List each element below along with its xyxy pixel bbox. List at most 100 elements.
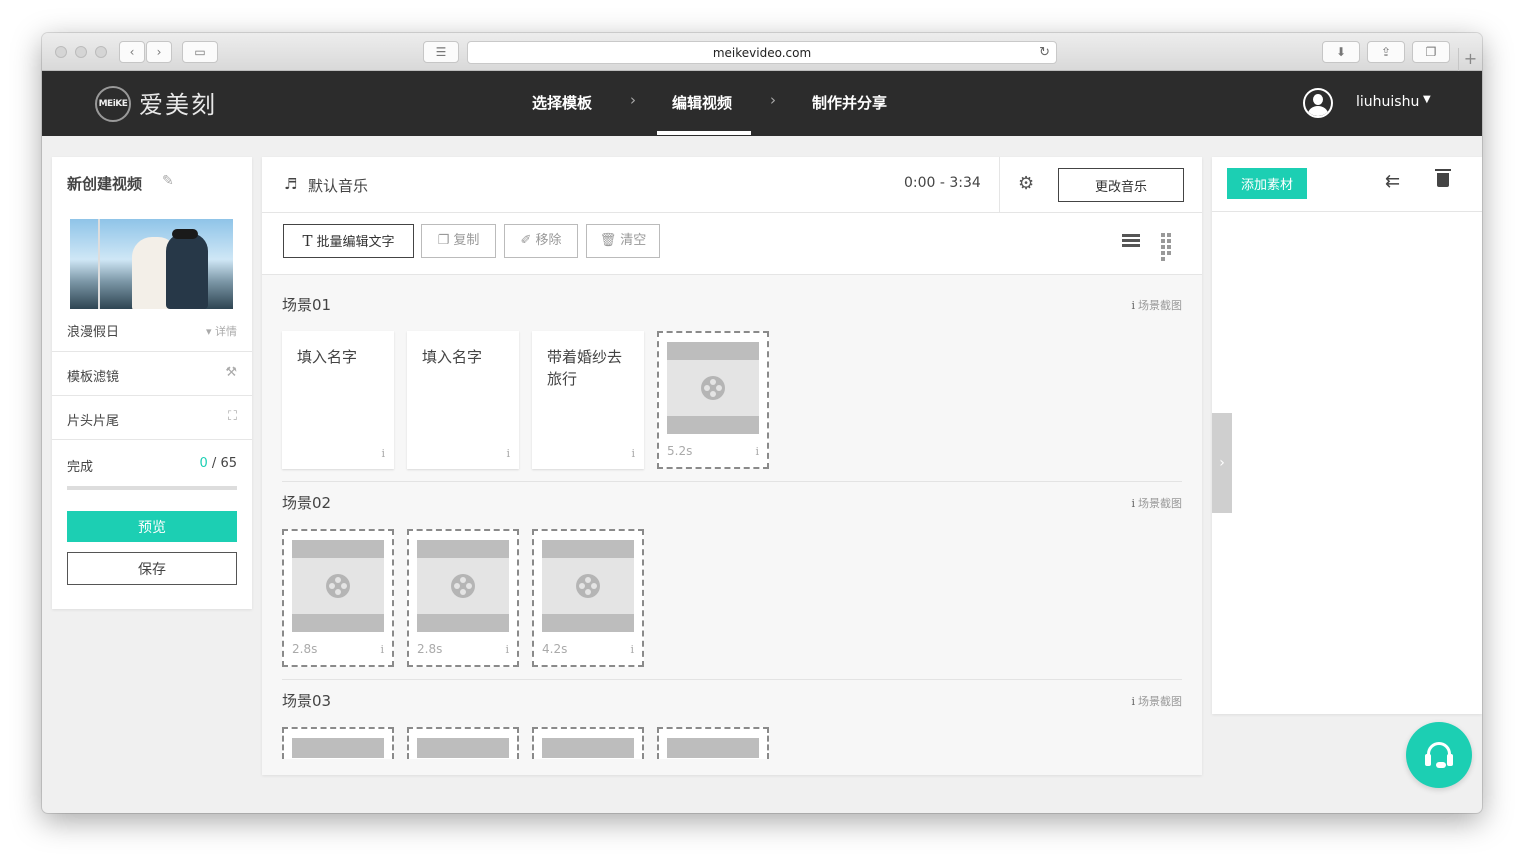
template-filter-row[interactable]: 模板滤镜 ⚒ (52, 351, 252, 395)
details-label: 详情 (215, 325, 237, 338)
batch-edit-label: 批量编辑文字 (316, 235, 395, 250)
step-choose-template[interactable]: 选择模板 (532, 92, 592, 113)
music-label: 默认音乐 (308, 177, 369, 195)
avatar[interactable] (1303, 88, 1333, 118)
film-reel-icon (451, 574, 475, 598)
scene-02: 场景02 i 场景截图 2.8s i 2.8s i 4.2s i (262, 481, 1202, 680)
step-make-share[interactable]: 制作并分享 (812, 92, 887, 113)
caret-down-icon[interactable]: ▼ (1423, 94, 1431, 105)
duration: 4.2s (542, 642, 568, 656)
browser-toolbar: ‹ › ▭ ☰ meikevideo.com ↻ ⬇ ⇪ ❐ + (42, 33, 1482, 71)
copy-button[interactable]: ❐ 复制 (421, 224, 496, 258)
text-card[interactable]: 填入名字 i (407, 331, 519, 469)
gear-icon[interactable]: ⚙ (1018, 173, 1034, 194)
text-card[interactable]: 带着婚纱去旅行 i (532, 331, 644, 469)
media-slot[interactable] (407, 727, 519, 759)
close-window-button[interactable] (55, 46, 67, 58)
top-nav: MEiKE 爱美刻 选择模板 › 编辑视频 › 制作并分享 liuhuishu … (42, 71, 1482, 136)
music-bar: ♬ 默认音乐 0:00 - 3:34 ⚙ 更改音乐 (262, 157, 1202, 213)
sidebar-toggle-button[interactable]: ▭ (182, 41, 218, 63)
step-edit-video[interactable]: 编辑视频 (672, 92, 732, 113)
remove-button[interactable]: ✐ 移除 (504, 224, 578, 258)
reader-icon[interactable]: ☰ (423, 41, 459, 63)
text-icon: T (302, 232, 313, 250)
completion-progress-bar (67, 486, 237, 490)
eraser-icon: ✐ (520, 233, 532, 248)
intro-outro-row[interactable]: 片头片尾 ⛶ (52, 395, 252, 439)
logo-text[interactable]: 爱美刻 (139, 85, 217, 120)
tabs-icon[interactable]: ❐ (1412, 41, 1450, 63)
preview-button[interactable]: 预览 (67, 511, 237, 542)
info-icon[interactable]: i (506, 447, 510, 460)
save-button[interactable]: 保存 (67, 552, 237, 585)
template-name: 浪漫假日 (67, 325, 120, 340)
batch-edit-text-button[interactable]: T 批量编辑文字 (283, 224, 414, 258)
media-slot[interactable]: 5.2s i (657, 331, 769, 469)
minimize-window-button[interactable] (75, 46, 87, 58)
media-slot[interactable] (657, 727, 769, 759)
back-button[interactable]: ‹ (119, 41, 145, 63)
browser-window: ‹ › ▭ ☰ meikevideo.com ↻ ⬇ ⇪ ❐ + MEiKE 爱… (42, 33, 1482, 813)
divider (999, 157, 1000, 213)
forward-button[interactable]: › (146, 41, 172, 63)
grid-view-icon[interactable] (1161, 233, 1178, 261)
scene-screenshot-link[interactable]: i 场景截图 (1131, 693, 1182, 709)
undo-icon[interactable]: ⇇ (1385, 171, 1400, 192)
scene-title: 场景02 (282, 494, 332, 512)
add-material-button[interactable]: 添加素材 (1227, 168, 1307, 199)
scene-01: 场景01 i 场景截图 填入名字 i 填入名字 i 带着婚纱去旅行 i 5.2s … (262, 275, 1202, 482)
scene-screenshot-link[interactable]: i 场景截图 (1131, 495, 1182, 511)
media-slot[interactable] (282, 727, 394, 759)
logo[interactable]: MEiKE (95, 86, 131, 122)
info-icon[interactable]: i (505, 643, 509, 656)
media-slot[interactable]: 4.2s i (532, 529, 644, 667)
reload-icon[interactable]: ↻ (1039, 42, 1050, 64)
film-reel-icon (576, 574, 600, 598)
card-text: 填入名字 (422, 348, 483, 366)
done-count: 0 (199, 456, 208, 471)
edit-toolbar: T 批量编辑文字 ❐ 复制 ✐ 移除 🗑 清空 (262, 213, 1202, 275)
project-title[interactable]: 新创建视频 (67, 173, 142, 194)
list-view-icon[interactable] (1122, 234, 1140, 248)
zoom-window-button[interactable] (95, 46, 107, 58)
media-slot[interactable]: 2.8s i (407, 529, 519, 667)
media-slot[interactable]: 2.8s i (282, 529, 394, 667)
info-icon[interactable]: i (631, 447, 635, 460)
remove-label: 移除 (535, 233, 562, 248)
change-music-button[interactable]: 更改音乐 (1058, 168, 1184, 202)
clear-button[interactable]: 🗑 清空 (586, 224, 660, 258)
active-step-indicator (657, 131, 751, 135)
customer-support-button[interactable] (1406, 722, 1472, 788)
details-link[interactable]: ▾ 详情 (206, 323, 237, 339)
copy-label: 复制 (453, 233, 480, 248)
download-icon[interactable]: ⬇ (1322, 41, 1360, 63)
scene-screenshot-label: 场景截图 (1138, 695, 1182, 708)
share-icon[interactable]: ⇪ (1367, 41, 1405, 63)
info-icon: i (1131, 695, 1135, 708)
scene-screenshot-link[interactable]: i 场景截图 (1131, 297, 1182, 313)
pencil-icon[interactable]: ✎ (162, 173, 174, 189)
film-reel-icon (326, 574, 350, 598)
expand-panel-tab[interactable]: › (1212, 413, 1232, 513)
magic-wand-icon: ⚒ (225, 365, 237, 380)
card-text: 带着婚纱去旅行 (547, 348, 623, 388)
copy-icon: ❐ (437, 233, 450, 248)
new-tab-button[interactable]: + (1458, 48, 1482, 71)
template-thumbnail[interactable] (70, 219, 233, 309)
music-note-icon: ♬ (284, 175, 298, 193)
media-slot[interactable] (532, 727, 644, 759)
trash-outline-icon: 🗑 (599, 233, 617, 248)
address-bar[interactable]: meikevideo.com ↻ (467, 41, 1057, 64)
trash-icon[interactable] (1435, 169, 1451, 187)
info-icon[interactable]: i (380, 643, 384, 656)
info-icon[interactable]: i (755, 445, 759, 458)
text-card[interactable]: 填入名字 i (282, 331, 394, 469)
filter-label: 模板滤镜 (67, 370, 120, 385)
total-count: 65 (220, 456, 237, 471)
username[interactable]: liuhuishu (1356, 94, 1419, 110)
material-panel-header: 添加素材 ⇇ (1212, 157, 1482, 212)
info-icon[interactable]: i (381, 447, 385, 460)
done-label: 完成 (67, 460, 94, 475)
info-icon[interactable]: i (630, 643, 634, 656)
scene-title: 场景03 (282, 692, 332, 710)
